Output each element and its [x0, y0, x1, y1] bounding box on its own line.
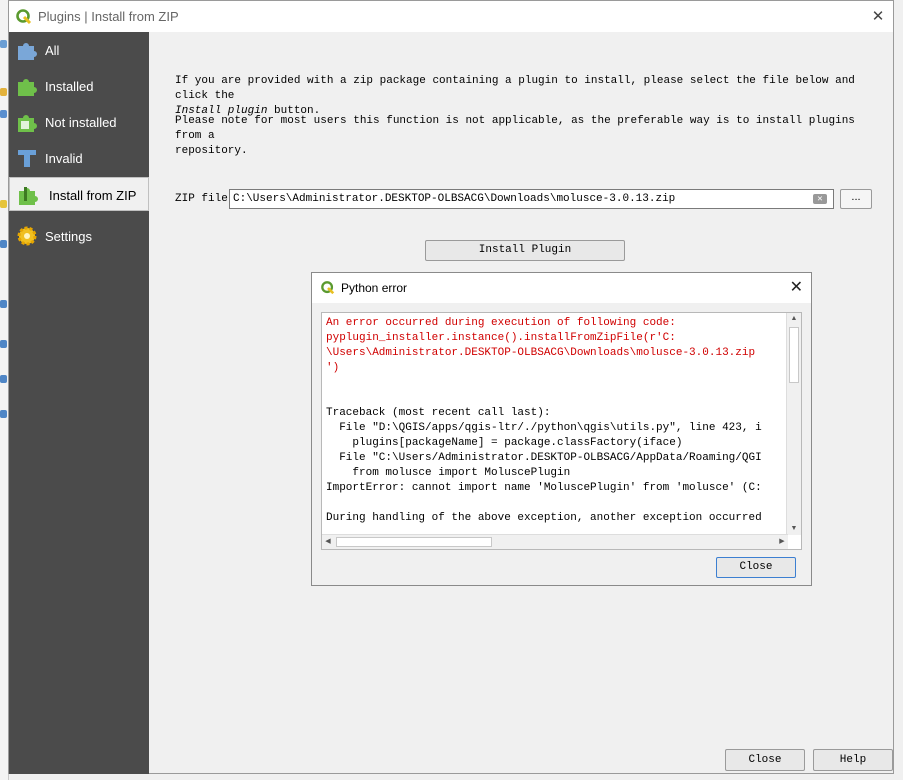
horizontal-scrollbar[interactable]: ◀ ▶ [322, 534, 788, 549]
scroll-right-icon[interactable]: ▶ [776, 535, 788, 549]
sidebar-item-label: Install from ZIP [49, 188, 137, 203]
zip-file-label: ZIP file [175, 193, 228, 205]
toolbar-icon [0, 410, 7, 418]
error-text-area[interactable]: An error occurred during execution of fo… [321, 312, 802, 550]
puzzle-zip-icon [19, 187, 38, 205]
toolbar-icon [0, 375, 7, 383]
help-button[interactable]: Help [813, 749, 893, 771]
puzzle-invalid-icon [18, 150, 36, 167]
sidebar-item-settings[interactable]: Settings [9, 219, 149, 253]
sidebar-item-invalid[interactable]: Invalid [9, 141, 149, 175]
toolbar-icon [0, 340, 7, 348]
sidebar-item-installed[interactable]: Installed [9, 69, 149, 103]
python-error-dialog: Python error ✕ An error occurred during … [311, 272, 812, 586]
traceback-text: Traceback (most recent call last): File … [326, 407, 762, 524]
close-window-button[interactable]: ✕ [863, 1, 893, 32]
scroll-thumb[interactable] [789, 327, 799, 383]
qgis-logo-icon [321, 281, 335, 295]
error-code-text: An error occurred during execution of fo… [326, 317, 756, 374]
sidebar-item-label: Installed [45, 79, 94, 94]
note-line-2: repository. [175, 145, 248, 157]
scroll-left-icon[interactable]: ◀ [322, 535, 334, 549]
toolbar-icon [0, 200, 7, 208]
qgis-logo-icon [16, 9, 32, 25]
note-line-1: Please note for most users this function… [175, 115, 855, 142]
toolbar-icon [0, 240, 7, 248]
zip-file-value: C:\Users\Administrator.DESKTOP-OLBSACG\D… [233, 193, 676, 205]
puzzle-not-installed-icon [18, 115, 37, 132]
toolbar-icon [0, 300, 7, 308]
install-plugin-button[interactable]: Install Plugin [425, 240, 625, 261]
intro-line-1: If you are provided with a zip package c… [175, 75, 855, 102]
sidebar-item-label: Settings [45, 229, 92, 244]
puzzle-all-icon [18, 43, 37, 60]
close-icon[interactable]: ✕ [790, 277, 803, 297]
toolbar-icon [0, 110, 7, 118]
sidebar: All Installed Not installed Invalid Inst… [9, 32, 149, 774]
browse-button[interactable]: ... [840, 189, 872, 209]
scroll-thumb[interactable] [336, 537, 492, 547]
sidebar-item-label: All [45, 43, 60, 58]
scroll-down-icon[interactable]: ▼ [787, 523, 801, 535]
note-text: Please note for most users this function… [175, 114, 865, 159]
error-dialog-title: Python error [341, 281, 408, 295]
sidebar-item-all[interactable]: All [9, 33, 149, 67]
clear-icon[interactable]: ✕ [813, 194, 827, 204]
zip-file-input[interactable]: C:\Users\Administrator.DESKTOP-OLBSACG\D… [229, 189, 834, 209]
sidebar-item-install-from-zip[interactable]: Install from ZIP [9, 177, 149, 211]
puzzle-installed-icon [18, 79, 37, 96]
scroll-up-icon[interactable]: ▲ [787, 313, 801, 325]
sidebar-item-label: Invalid [45, 151, 83, 166]
error-close-button[interactable]: Close [716, 557, 796, 578]
sidebar-item-not-installed[interactable]: Not installed [9, 105, 149, 139]
close-button[interactable]: Close [725, 749, 805, 771]
toolbar-icon [0, 88, 7, 96]
intro-text: If you are provided with a zip package c… [175, 74, 865, 119]
error-title-bar: Python error ✕ [312, 273, 811, 303]
sidebar-item-label: Not installed [45, 115, 117, 130]
title-bar: Plugins | Install from ZIP ✕ [9, 1, 893, 32]
vertical-scrollbar[interactable]: ▲ ▼ [786, 313, 801, 535]
gear-icon [17, 226, 37, 246]
window-title: Plugins | Install from ZIP [38, 9, 179, 24]
toolbar-icon [0, 40, 7, 48]
error-text: An error occurred during execution of fo… [326, 316, 788, 526]
